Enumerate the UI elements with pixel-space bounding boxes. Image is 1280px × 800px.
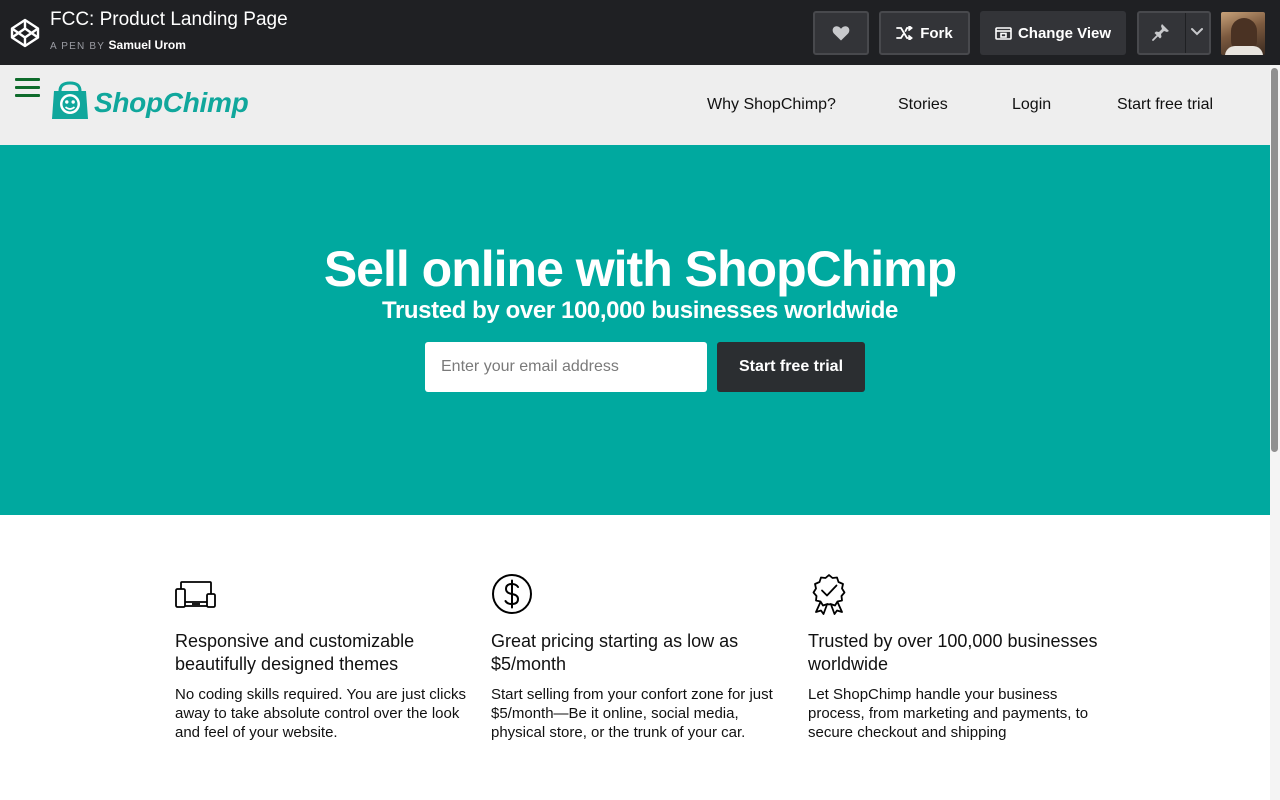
pin-menu-button[interactable] (1137, 11, 1211, 55)
pin-icon (1152, 24, 1169, 41)
pen-author-line: A PEN BY Samuel Urom (50, 38, 186, 52)
nav-link-why-shopchimp[interactable]: Why ShopChimp? (707, 96, 836, 114)
pen-author[interactable]: Samuel Urom (109, 38, 186, 52)
hamburger-menu-icon[interactable] (15, 78, 40, 100)
fork-button[interactable]: Fork (879, 11, 970, 55)
feature-title: Responsive and customizable beautifully … (175, 631, 415, 674)
pin-icon-wrap[interactable] (1152, 23, 1170, 41)
fork-icon (896, 26, 914, 40)
codepen-logo-icon[interactable] (9, 17, 41, 49)
heart-icon (832, 26, 850, 41)
change-view-label: Change View (1017, 24, 1112, 42)
site-nav: ShopChimp Why ShopChimp? Stories Login S… (0, 65, 1270, 145)
heart-button[interactable] (813, 11, 869, 55)
feature-body: Let ShopChimp handle your business proce… (808, 686, 1089, 741)
fork-label: Fork (920, 24, 953, 42)
pen-title[interactable]: FCC: Product Landing Page (50, 9, 288, 31)
devices-icon (175, 581, 216, 608)
change-view-button[interactable]: Change View (980, 11, 1126, 55)
feature-trusted: Trusted by over 100,000 businesses world… (808, 573, 1108, 741)
feature-responsive: Responsive and customizable beautifully … (175, 573, 475, 741)
nav-link-start-free-trial[interactable]: Start free trial (1117, 96, 1213, 114)
pen-by-prefix: A PEN BY (50, 41, 106, 52)
feature-body: Start selling from your confort zone for… (491, 686, 773, 741)
start-free-trial-button[interactable]: Start free trial (717, 342, 865, 392)
hero-section: Sell online with ShopChimp Trusted by ov… (0, 145, 1270, 515)
email-input[interactable] (425, 342, 707, 392)
codepen-header: FCC: Product Landing Page A PEN BY Samue… (0, 0, 1280, 65)
nav-link-stories[interactable]: Stories (898, 96, 948, 114)
award-icon (812, 574, 846, 615)
chevron-down-wrap[interactable] (1191, 27, 1203, 36)
brand-name[interactable]: ShopChimp (94, 87, 249, 119)
change-view-icon (995, 26, 1012, 40)
feature-pricing: Great pricing starting as low as $5/mont… (491, 573, 791, 741)
feature-body: No coding skills required. You are just … (175, 686, 466, 741)
pin-menu-divider (1185, 13, 1186, 53)
feature-title: Great pricing starting as low as $5/mont… (491, 631, 739, 674)
nav-link-login[interactable]: Login (1012, 96, 1051, 114)
avatar-shirt (1225, 46, 1263, 55)
shopchimp-logo-icon[interactable] (50, 81, 90, 121)
hero-subtitle: Trusted by over 100,000 businesses world… (382, 297, 898, 324)
dollar-icon (492, 574, 532, 614)
chevron-down-icon (1191, 28, 1203, 36)
feature-title: Trusted by over 100,000 businesses world… (808, 631, 1098, 674)
hero-title: Sell online with ShopChimp (323, 241, 957, 297)
user-avatar[interactable] (1221, 12, 1265, 55)
